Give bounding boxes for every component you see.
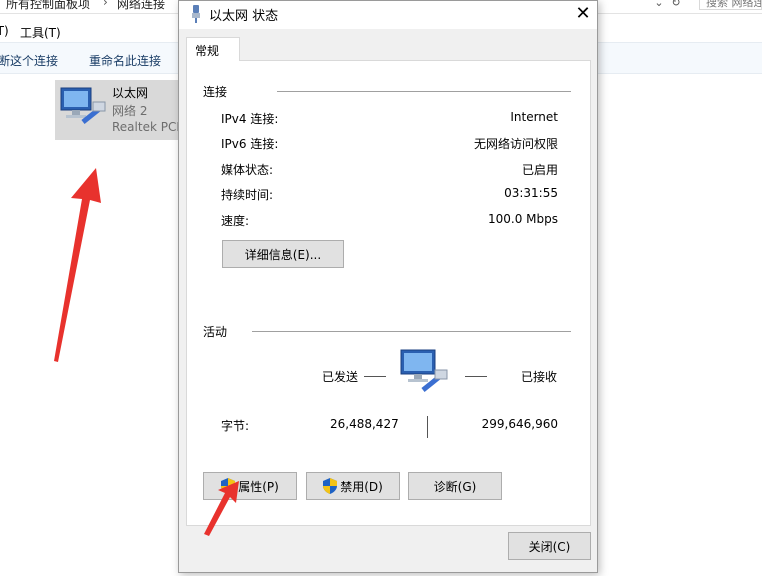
connection-device: Realtek PCIe <box>112 120 180 134</box>
shield-icon <box>221 478 236 494</box>
bytes-sent-value: 26,488,427 <box>330 417 399 431</box>
speed-label: 速度: <box>221 214 250 228</box>
menu-item-tools[interactable]: 工具(T) <box>20 24 61 41</box>
disable-button-label: 禁用(D) <box>340 479 383 494</box>
speed-value: 100.0 Mbps <box>487 212 558 226</box>
ethernet-status-dialog: 以太网 状态 ✕ 常规 连接 IPv4 连接: Internet IPv6 连接… <box>178 0 598 573</box>
connection-network: 网络 2 <box>112 104 148 118</box>
ipv6-value: 无网络访问权限 <box>473 137 558 151</box>
disable-button[interactable]: 禁用(D) <box>306 472 400 500</box>
properties-button[interactable]: 属性(P) <box>203 472 297 500</box>
received-dash <box>465 376 487 377</box>
media-state-value: 已启用 <box>521 163 558 177</box>
search-input[interactable]: 搜索 网络连接 <box>699 0 762 10</box>
rename-connection-command[interactable]: 重命名此连接 <box>89 52 161 69</box>
title-bar[interactable]: 以太网 状态 ✕ <box>179 1 597 29</box>
received-label: 已接收 <box>521 370 558 384</box>
connection-section-divider <box>277 91 571 92</box>
address-dropdown-icon[interactable]: ⌄ <box>652 0 666 10</box>
sent-label: 已发送 <box>322 370 359 384</box>
ethernet-connection-item[interactable]: 以太网 网络 2 Realtek PCIe <box>55 80 180 140</box>
menu-item-partial[interactable]: (T) <box>0 24 9 38</box>
breadcrumb-separator: › <box>103 0 108 9</box>
media-state-label: 媒体状态: <box>221 163 274 177</box>
network-adapter-icon <box>60 87 106 124</box>
annotation-arrow-up <box>54 168 101 362</box>
tab-general[interactable]: 常规 <box>186 37 240 61</box>
activity-section-title: 活动 <box>203 325 228 339</box>
duration-label: 持续时间: <box>221 188 274 202</box>
bytes-label: 字节: <box>221 419 250 433</box>
connection-section-title: 连接 <box>203 85 228 99</box>
network-cable-icon <box>192 5 200 23</box>
dialog-title: 以太网 状态 <box>209 9 279 24</box>
duration-value: 03:31:55 <box>504 186 558 200</box>
bytes-divider <box>427 416 428 438</box>
activity-section-divider <box>252 331 571 332</box>
ipv6-label: IPv6 连接: <box>221 137 279 151</box>
close-icon[interactable]: ✕ <box>569 2 597 28</box>
bytes-received-value: 299,646,960 <box>481 417 558 431</box>
breadcrumb-control-panel[interactable]: 所有控制面板项 <box>6 0 90 12</box>
ipv4-value: Internet <box>510 110 558 124</box>
breadcrumb-network-connections[interactable]: 网络连接 <box>117 0 165 12</box>
properties-button-label: 属性(P) <box>238 479 279 494</box>
network-activity-icon <box>400 349 448 392</box>
refresh-icon[interactable]: ↻ <box>669 0 683 10</box>
sent-dash <box>364 376 386 377</box>
disconnect-command[interactable]: 断这个连接 <box>0 52 58 69</box>
ipv4-label: IPv4 连接: <box>221 112 279 126</box>
general-tab-panel: 连接 IPv4 连接: Internet IPv6 连接: 无网络访问权限 媒体… <box>186 60 591 526</box>
diagnose-button[interactable]: 诊断(G) <box>408 472 502 500</box>
connection-name: 以太网 <box>112 86 149 100</box>
details-button[interactable]: 详细信息(E)... <box>222 240 344 268</box>
shield-icon <box>323 478 338 494</box>
close-button[interactable]: 关闭(C) <box>508 532 591 560</box>
